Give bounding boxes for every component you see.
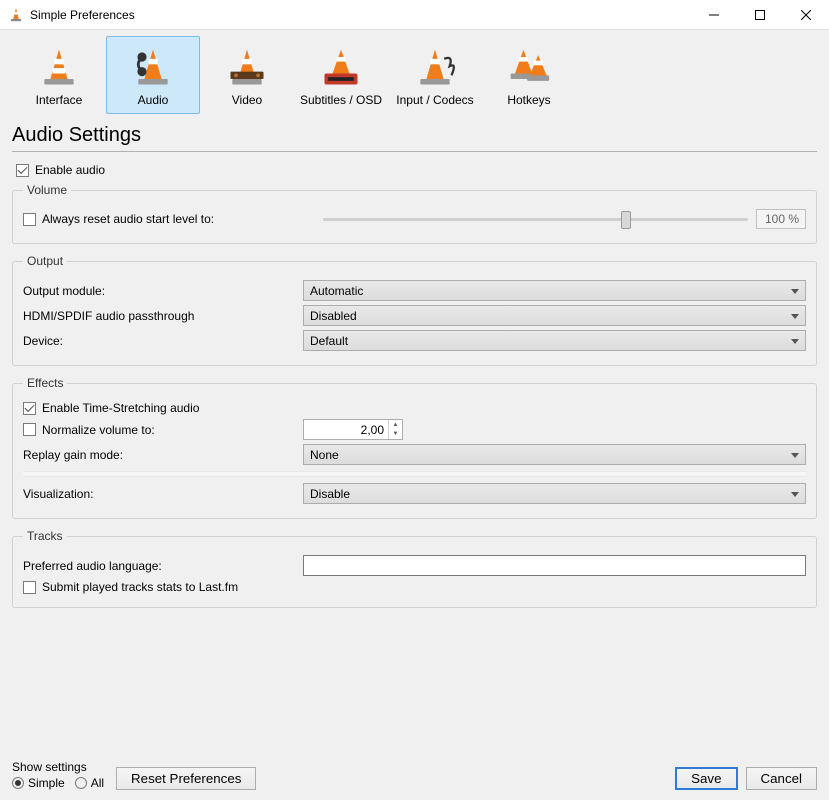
output-module-label: Output module: bbox=[23, 284, 303, 298]
tab-label: Interface bbox=[36, 93, 83, 107]
output-module-select[interactable]: Automatic bbox=[303, 280, 806, 301]
tab-interface[interactable]: Interface bbox=[12, 36, 106, 114]
radio-all[interactable] bbox=[75, 777, 87, 789]
app-icon bbox=[8, 7, 24, 23]
device-select[interactable]: Default bbox=[303, 330, 806, 351]
tab-label: Hotkeys bbox=[507, 93, 550, 107]
effects-separator bbox=[23, 471, 806, 477]
tab-label: Video bbox=[232, 93, 262, 107]
audio-icon bbox=[129, 45, 177, 91]
normalize-label: Normalize volume to: bbox=[42, 423, 155, 437]
replay-gain-label: Replay gain mode: bbox=[23, 448, 303, 462]
spinner-down[interactable]: ▼ bbox=[389, 430, 402, 440]
visualization-label: Visualization: bbox=[23, 487, 303, 501]
output-group: Output Output module: Automatic HDMI/SPD… bbox=[12, 254, 817, 366]
enable-audio-label: Enable audio bbox=[35, 163, 105, 177]
volume-legend: Volume bbox=[23, 183, 71, 197]
window-title: Simple Preferences bbox=[30, 8, 691, 22]
time-stretch-label: Enable Time-Stretching audio bbox=[42, 401, 199, 415]
passthrough-label: HDMI/SPDIF audio passthrough bbox=[23, 309, 303, 323]
effects-group: Effects Enable Time-Stretching audio Nor… bbox=[12, 376, 817, 519]
save-button[interactable]: Save bbox=[675, 767, 737, 790]
close-button[interactable] bbox=[783, 0, 829, 30]
category-tabs: Interface Audio Video Subtitles / OSD In… bbox=[12, 36, 817, 114]
show-settings-label: Show settings bbox=[12, 760, 104, 774]
page-title: Audio Settings bbox=[12, 124, 817, 147]
reset-preferences-button[interactable]: Reset Preferences bbox=[116, 767, 256, 790]
volume-slider[interactable] bbox=[323, 209, 748, 229]
spinner-up[interactable]: ▲ bbox=[389, 420, 402, 430]
tab-label: Audio bbox=[138, 93, 169, 107]
video-icon bbox=[223, 45, 271, 91]
subtitles-icon bbox=[317, 45, 365, 91]
maximize-button[interactable] bbox=[737, 0, 783, 30]
replay-gain-select[interactable]: None bbox=[303, 444, 806, 465]
volume-percent: 100 % bbox=[756, 209, 806, 229]
tab-subtitles[interactable]: Subtitles / OSD bbox=[294, 36, 388, 114]
volume-group: Volume Always reset audio start level to… bbox=[12, 183, 817, 244]
lastfm-checkbox[interactable] bbox=[23, 581, 36, 594]
effects-legend: Effects bbox=[23, 376, 67, 390]
tab-input-codecs[interactable]: Input / Codecs bbox=[388, 36, 482, 114]
tracks-legend: Tracks bbox=[23, 529, 67, 543]
tracks-group: Tracks Preferred audio language: Submit … bbox=[12, 529, 817, 608]
tab-hotkeys[interactable]: Hotkeys bbox=[482, 36, 576, 114]
passthrough-select[interactable]: Disabled bbox=[303, 305, 806, 326]
input-codecs-icon bbox=[411, 45, 459, 91]
tab-audio[interactable]: Audio bbox=[106, 36, 200, 114]
tab-label: Subtitles / OSD bbox=[300, 93, 382, 107]
title-divider bbox=[12, 151, 817, 152]
cancel-button[interactable]: Cancel bbox=[746, 767, 818, 790]
device-label: Device: bbox=[23, 334, 303, 348]
always-reset-checkbox[interactable] bbox=[23, 213, 36, 226]
minimize-button[interactable] bbox=[691, 0, 737, 30]
time-stretch-checkbox[interactable] bbox=[23, 402, 36, 415]
output-legend: Output bbox=[23, 254, 67, 268]
titlebar: Simple Preferences bbox=[0, 0, 829, 30]
interface-icon bbox=[35, 45, 83, 91]
normalize-checkbox[interactable] bbox=[23, 423, 36, 436]
tab-video[interactable]: Video bbox=[200, 36, 294, 114]
lastfm-label: Submit played tracks stats to Last.fm bbox=[42, 580, 238, 594]
language-label: Preferred audio language: bbox=[23, 559, 303, 573]
language-input[interactable] bbox=[303, 555, 806, 576]
visualization-select[interactable]: Disable bbox=[303, 483, 806, 504]
hotkeys-icon bbox=[505, 45, 553, 91]
tab-label: Input / Codecs bbox=[396, 93, 473, 107]
enable-audio-checkbox[interactable] bbox=[16, 164, 29, 177]
normalize-spinner[interactable]: 2,00 ▲▼ bbox=[303, 419, 403, 440]
radio-simple[interactable] bbox=[12, 777, 24, 789]
always-reset-label: Always reset audio start level to: bbox=[42, 212, 214, 226]
